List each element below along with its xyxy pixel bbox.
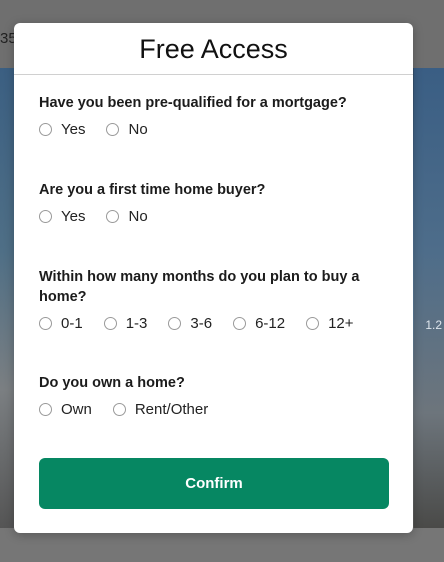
radio-option-prequalified-no[interactable]: No	[106, 121, 148, 138]
question-label: Within how many months do you plan to bu…	[39, 269, 360, 305]
radio-label: Rent/Other	[134, 401, 209, 418]
radio-button[interactable]	[233, 317, 247, 330]
radio-label: 6-12	[255, 315, 286, 332]
photo-right-edge	[414, 68, 444, 528]
radio-label: Yes	[61, 208, 86, 225]
radio-button[interactable]	[103, 317, 117, 330]
radio-button[interactable]	[39, 403, 52, 416]
radio-label: 12+	[328, 315, 354, 332]
photo-left-edge	[0, 68, 14, 528]
radio-button[interactable]	[39, 317, 52, 330]
radio-label: 0-1	[61, 315, 83, 332]
radio-button[interactable]	[112, 403, 126, 416]
radio-label: Yes	[61, 121, 86, 138]
radio-button[interactable]	[39, 123, 52, 136]
radio-label: Own	[61, 401, 92, 418]
page-footer-backdrop	[0, 528, 444, 562]
radio-button[interactable]	[39, 210, 52, 223]
question-first-time-buyer: Are you a first time home buyer? Yes No	[39, 180, 388, 225]
radio-button[interactable]	[106, 210, 120, 223]
radio-option-first-time-no[interactable]: No	[106, 208, 148, 225]
radio-button[interactable]	[306, 317, 320, 330]
radio-group-own-home: Own Rent/Other	[39, 401, 388, 418]
radio-option-months-12-plus[interactable]: 12+	[306, 315, 354, 332]
radio-option-months-0-1[interactable]: 0-1	[39, 315, 83, 332]
question-label: Have you been pre-qualified for a mortga…	[39, 95, 347, 111]
question-prequalified: Have you been pre-qualified for a mortga…	[39, 93, 388, 138]
radio-button[interactable]	[168, 317, 182, 330]
radio-label: 3-6	[190, 315, 213, 332]
radio-label: 1-3	[125, 315, 148, 332]
radio-group-prequalified: Yes No	[39, 121, 388, 138]
question-label: Do you own a home?	[39, 375, 185, 391]
radio-button[interactable]	[106, 123, 120, 136]
modal-title: Free Access	[139, 34, 288, 64]
question-label: Are you a first time home buyer?	[39, 182, 266, 198]
question-months-to-buy: Within how many months do you plan to bu…	[39, 267, 383, 332]
radio-option-rent-other[interactable]: Rent/Other	[112, 401, 209, 418]
modal-header: Free Access	[14, 23, 413, 75]
question-own-home: Do you own a home? Own Rent/Other	[39, 373, 388, 418]
radio-option-months-1-3[interactable]: 1-3	[103, 315, 148, 332]
radio-option-own[interactable]: Own	[39, 401, 92, 418]
free-access-modal: Free Access Have you been pre-qualified …	[14, 23, 413, 533]
radio-group-first-time-buyer: Yes No	[39, 208, 388, 225]
radio-group-months-to-buy: 0-1 1-3 3-6 6-12 12+	[39, 315, 383, 332]
radio-option-first-time-yes[interactable]: Yes	[39, 208, 85, 225]
confirm-button[interactable]: Confirm	[39, 458, 389, 509]
radio-option-months-6-12[interactable]: 6-12	[233, 315, 285, 332]
radio-option-prequalified-yes[interactable]: Yes	[39, 121, 85, 138]
radio-option-months-3-6[interactable]: 3-6	[168, 315, 212, 332]
radio-label: No	[128, 121, 148, 138]
backdrop-badge-text: 1.2	[425, 318, 442, 332]
radio-label: No	[128, 208, 148, 225]
